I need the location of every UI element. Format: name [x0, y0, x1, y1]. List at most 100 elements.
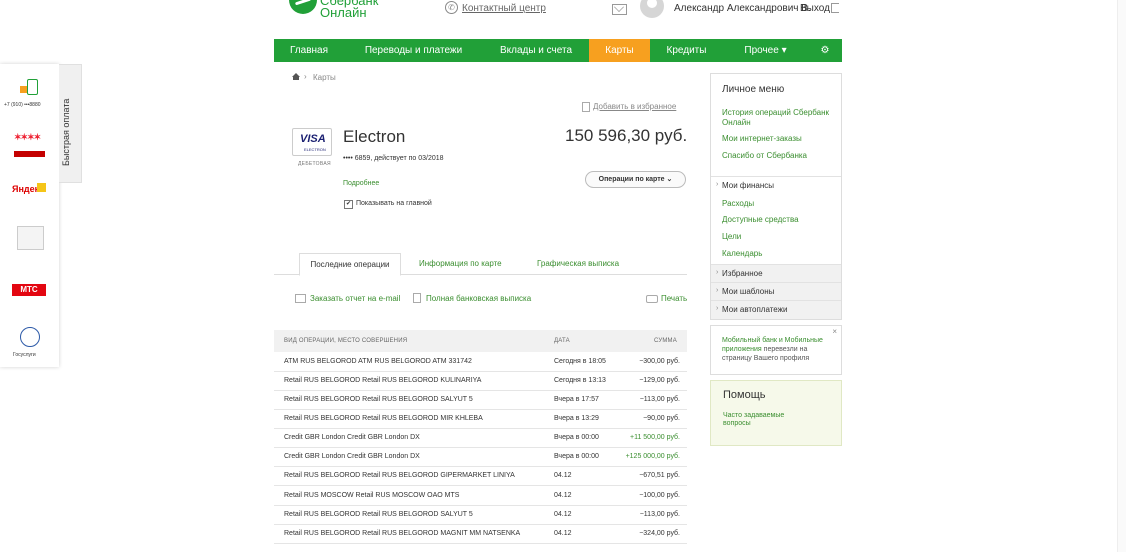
spasibo-link[interactable]: Спасибо от Сбербанка — [722, 151, 837, 161]
table-row[interactable]: Retail RUS MOSCOW Retail RUS MOSCOW OAO … — [274, 486, 687, 506]
card-balance: 150 596,30 руб. — [565, 126, 688, 145]
mail-icon[interactable] — [612, 4, 627, 15]
autopayments-label: Мои автоплатежи — [722, 305, 788, 314]
logout-link[interactable]: Выход — [800, 3, 830, 14]
close-icon[interactable]: × — [832, 327, 837, 336]
settings-gear-icon[interactable]: ⚙ — [808, 39, 842, 62]
operation-date: Вчера в 13:29 — [554, 415, 599, 422]
calendar-link[interactable]: Календарь — [722, 249, 837, 259]
tab-graphic-statement[interactable]: Графическая выписка — [537, 253, 619, 274]
operation-description: Retail RUS BELGOROD Retail RUS BELGOROD … — [284, 415, 483, 422]
mts-logo[interactable]: МТС — [12, 284, 46, 296]
table-row[interactable]: Retail RUS BELGOROD Retail RUS BELGOROD … — [274, 505, 687, 525]
nav-item-transfers[interactable]: Переводы и платежи — [344, 39, 483, 62]
my-finances-label: Мои финансы — [722, 181, 774, 190]
logo-subtext[interactable]: Онлайн — [320, 5, 367, 20]
expenses-link[interactable]: Расходы — [722, 199, 837, 209]
full-statement-link[interactable]: Полная банковская выписка — [426, 294, 531, 303]
quick-pay-label: Быстрая оплата — [61, 98, 71, 166]
operation-amount: −90,00 руб. — [643, 415, 680, 422]
nav-item-cards[interactable]: Карты — [589, 39, 650, 62]
templates-section[interactable]: › Мои шаблоны — [711, 282, 841, 301]
user-name[interactable]: Александр Александрович В. — [674, 3, 811, 14]
yandex-wallet-icon[interactable] — [37, 183, 46, 192]
operation-description: ATM RUS BELGOROD ATM RUS BELGOROD ATM 33… — [284, 358, 472, 365]
page-scrollbar[interactable] — [1117, 0, 1126, 552]
logout-icon[interactable] — [831, 3, 839, 13]
visa-electron-label: ELECTRON — [304, 147, 326, 152]
chevron-right-icon: › — [716, 181, 719, 188]
promo-text: Мобильный банк и Мобильные приложения пе… — [722, 336, 830, 363]
gosuslugi-label[interactable]: Госуслуги — [13, 352, 36, 358]
nav-item-deposits[interactable]: Вклады и счета — [483, 39, 589, 62]
operation-amount: +125 000,00 руб. — [625, 453, 680, 460]
card-type-label: ДЕБЕТОВАЯ — [298, 161, 331, 167]
card-details-link[interactable]: Подробнее — [343, 180, 379, 187]
operation-amount: −670,51 руб. — [639, 472, 680, 479]
operation-description: Retail RUS BELGOROD Retail RUS BELGOROD … — [284, 530, 521, 537]
templates-label: Мои шаблоны — [722, 287, 775, 296]
favorites-section[interactable]: › Избранное — [711, 264, 841, 283]
operation-date: Вчера в 17:57 — [554, 396, 599, 403]
tab-card-info[interactable]: Информация по карте — [419, 253, 502, 274]
show-on-main-checkbox[interactable]: ✔ — [344, 200, 353, 209]
print-link[interactable]: Печать — [661, 294, 687, 303]
tricolor-logo-icon[interactable]: ✶✶✶✶ — [14, 132, 41, 143]
main-nav: Главная Переводы и платежи Вклады и счет… — [274, 39, 842, 62]
operation-amount: −113,00 руб. — [639, 511, 680, 518]
service-placeholder-icon[interactable] — [17, 226, 44, 250]
avatar[interactable] — [640, 0, 664, 18]
operation-date: 04.12 — [554, 530, 572, 537]
operation-description: Credit GBR London Credit GBR London DX — [284, 434, 420, 441]
table-row[interactable]: Retail RUS BELGOROD Retail RUS BELGOROD … — [274, 524, 687, 544]
email-report-link[interactable]: Заказать отчет на e-mail — [310, 294, 400, 303]
column-header-amount: СУММА — [654, 338, 677, 344]
operation-description: Retail RUS BELGOROD Retail RUS BELGOROD … — [284, 472, 515, 479]
contact-center-link[interactable]: Контактный центр — [462, 3, 546, 14]
promo-notice: × Мобильный банк и Мобильные приложения … — [710, 325, 842, 375]
operation-description: Retail RUS MOSCOW Retail RUS MOSCOW OAO … — [284, 492, 460, 499]
table-row[interactable]: Retail RUS BELGOROD Retail RUS BELGOROD … — [274, 466, 687, 486]
nav-item-home[interactable]: Главная — [274, 39, 344, 62]
operation-description: Credit GBR London Credit GBR London DX — [284, 453, 420, 460]
my-finances-section[interactable]: › Мои финансы — [711, 176, 841, 195]
internet-orders-link[interactable]: Мои интернет-заказы — [722, 134, 837, 144]
email-icon[interactable] — [295, 294, 306, 303]
chevron-right-icon: › — [716, 287, 719, 294]
bookmark-icon[interactable] — [582, 102, 590, 112]
document-icon[interactable] — [413, 293, 421, 303]
operation-date: 04.12 — [554, 472, 572, 479]
nav-item-other[interactable]: Прочее ▾ — [723, 39, 808, 62]
operations-history-link[interactable]: История операций Сбербанк Онлайн — [722, 108, 837, 128]
card-name: Electron — [343, 127, 406, 146]
home-icon[interactable] — [292, 73, 300, 80]
table-row[interactable]: Retail RUS BELGOROD Retail RUS BELGOROD … — [274, 409, 687, 429]
autopayments-section[interactable]: › Мои автоплатежи — [711, 300, 841, 319]
breadcrumb-current[interactable]: Карты — [313, 73, 336, 82]
mobile-payment-icon[interactable] — [20, 86, 27, 93]
card-operations-button[interactable]: Операции по карте ⌄ — [585, 171, 686, 188]
table-row[interactable]: Credit GBR London Credit GBR London DX В… — [274, 428, 687, 448]
quick-pay-tab[interactable]: Быстрая оплата — [59, 64, 82, 183]
table-row[interactable]: Credit GBR London Credit GBR London DX В… — [274, 447, 687, 467]
operation-amount: +11 500,00 руб. — [629, 434, 680, 441]
goals-link[interactable]: Цели — [722, 232, 837, 242]
gosuslugi-logo-icon[interactable] — [20, 327, 40, 347]
available-funds-link[interactable]: Доступные средства — [722, 215, 837, 225]
table-row[interactable]: Retail RUS BELGOROD Retail RUS BELGOROD … — [274, 390, 687, 410]
table-row[interactable]: Retail RUS BELGOROD Retail RUS BELGOROD … — [274, 371, 687, 391]
nav-item-credits[interactable]: Кредиты — [650, 39, 723, 62]
operation-date: Сегодня в 13:13 — [554, 377, 606, 384]
operation-amount: −113,00 руб. — [639, 396, 680, 403]
phone-number[interactable]: +7 (910) •••8880 — [4, 102, 41, 108]
faq-link[interactable]: Часто задаваемые вопросы — [723, 412, 803, 428]
print-icon[interactable] — [646, 295, 658, 303]
tricolor-banner-icon[interactable] — [14, 151, 45, 157]
sberbank-logo-icon[interactable] — [289, 0, 317, 14]
quick-pay-panel — [0, 64, 59, 367]
tab-recent-operations[interactable]: Последние операции — [299, 253, 401, 276]
phone-icon[interactable] — [27, 79, 38, 95]
table-row[interactable]: ATM RUS BELGOROD ATM RUS BELGOROD ATM 33… — [274, 352, 687, 372]
add-to-favorites-link[interactable]: Добавить в избранное — [593, 102, 676, 111]
operation-description: Retail RUS BELGOROD Retail RUS BELGOROD … — [284, 377, 482, 384]
